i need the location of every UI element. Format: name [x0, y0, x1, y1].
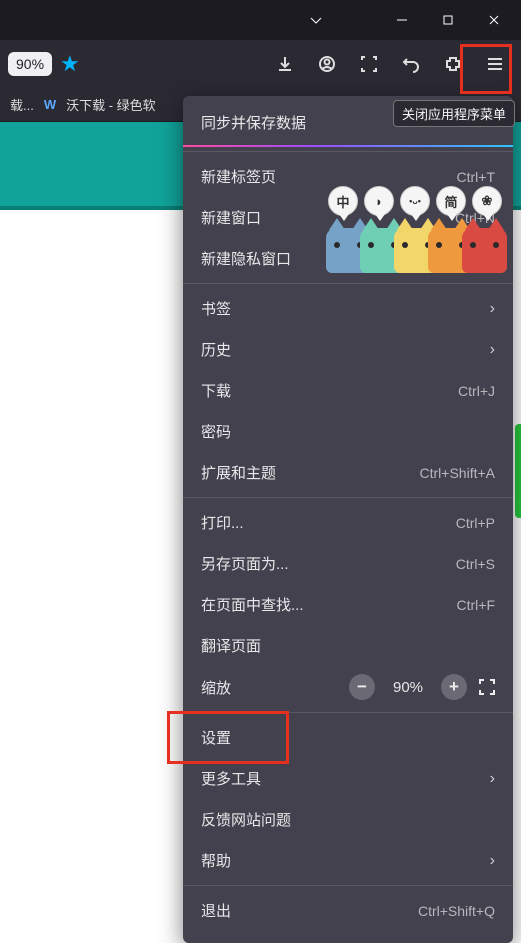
- menu-quit[interactable]: 退出 Ctrl+Shift+Q: [183, 890, 513, 931]
- zoom-out-button[interactable]: −: [349, 674, 375, 700]
- menu-separator: [183, 151, 513, 152]
- menu-translate[interactable]: 翻译页面: [183, 625, 513, 666]
- menu-label: 翻译页面: [201, 635, 261, 656]
- menu-history[interactable]: 历史 ›: [183, 329, 513, 370]
- tab-dropdown-button[interactable]: [293, 4, 339, 36]
- menu-label: 新建标签页: [201, 166, 276, 187]
- download-icon[interactable]: [267, 46, 303, 82]
- application-menu: 同步并保存数据 › 新建标签页 Ctrl+T 新建窗口 Ctrl+N 新建隐私窗…: [183, 96, 513, 943]
- maximize-button[interactable]: [425, 4, 471, 36]
- menu-shortcut: Ctrl+J: [458, 383, 495, 399]
- side-handle[interactable]: [515, 424, 521, 518]
- menu-label: 缩放: [201, 677, 341, 698]
- window-titlebar: [0, 0, 521, 40]
- menu-settings[interactable]: 设置: [183, 717, 513, 758]
- minimize-button[interactable]: [379, 4, 425, 36]
- zoom-in-button[interactable]: +: [441, 674, 467, 700]
- menu-save-as[interactable]: 另存页面为... Ctrl+S: [183, 543, 513, 584]
- menu-zoom: 缩放 − 90% +: [183, 666, 513, 708]
- browser-toolbar: 90% ★: [0, 40, 521, 88]
- menu-new-private-window[interactable]: 新建隐私窗口 Ctrl+Shift+P: [183, 238, 513, 279]
- menu-print[interactable]: 打印... Ctrl+P: [183, 502, 513, 543]
- account-icon[interactable]: [309, 46, 345, 82]
- menu-label: 下载: [201, 380, 231, 401]
- menu-more-tools[interactable]: 更多工具 ›: [183, 758, 513, 799]
- menu-bookmarks[interactable]: 书签 ›: [183, 288, 513, 329]
- menu-separator: [183, 283, 513, 284]
- menu-label: 同步并保存数据: [201, 112, 306, 133]
- menu-shortcut: Ctrl+T: [457, 169, 496, 185]
- menu-label: 设置: [201, 727, 231, 748]
- zoom-level-badge[interactable]: 90%: [8, 52, 52, 76]
- chevron-right-icon: ›: [490, 300, 495, 318]
- zoom-value: 90%: [383, 679, 433, 696]
- menu-find[interactable]: 在页面中查找... Ctrl+F: [183, 584, 513, 625]
- bookmark-item[interactable]: 载...: [10, 95, 34, 114]
- menu-shortcut: Ctrl+P: [456, 515, 495, 531]
- menu-shortcut: Ctrl+N: [455, 210, 495, 226]
- menu-separator: [183, 145, 513, 147]
- fullscreen-icon[interactable]: [475, 675, 499, 699]
- menu-label: 更多工具: [201, 768, 261, 789]
- menu-shortcut: Ctrl+F: [457, 597, 496, 613]
- menu-shortcut: Ctrl+Shift+A: [420, 465, 495, 481]
- menu-shortcut: Ctrl+S: [456, 556, 495, 572]
- chevron-right-icon: ›: [490, 852, 495, 870]
- menu-label: 新建隐私窗口: [201, 248, 291, 269]
- menu-separator: [183, 712, 513, 713]
- menu-label: 新建窗口: [201, 207, 261, 228]
- undo-icon[interactable]: [393, 46, 429, 82]
- menu-new-window[interactable]: 新建窗口 Ctrl+N: [183, 197, 513, 238]
- bookmark-star-icon[interactable]: ★: [60, 51, 80, 77]
- menu-addons[interactable]: 扩展和主题 Ctrl+Shift+A: [183, 452, 513, 493]
- extensions-icon[interactable]: [435, 46, 471, 82]
- menu-label: 退出: [201, 900, 231, 921]
- menu-report-site[interactable]: 反馈网站问题: [183, 799, 513, 840]
- menu-label: 另存页面为...: [201, 553, 289, 574]
- menu-label: 反馈网站问题: [201, 809, 291, 830]
- menu-separator: [183, 497, 513, 498]
- hamburger-menu-button[interactable]: [477, 46, 513, 82]
- menu-label: 历史: [201, 339, 231, 360]
- menu-label: 在页面中查找...: [201, 594, 304, 615]
- menu-downloads[interactable]: 下载 Ctrl+J: [183, 370, 513, 411]
- bookmark-favicon: W: [44, 97, 56, 112]
- menu-label: 帮助: [201, 850, 231, 871]
- menu-passwords[interactable]: 密码: [183, 411, 513, 452]
- tooltip-close-app-menu: 关闭应用程序菜单: [393, 100, 515, 127]
- menu-label: 书签: [201, 298, 231, 319]
- menu-label: 密码: [201, 421, 231, 442]
- close-button[interactable]: [471, 4, 517, 36]
- menu-shortcut: Ctrl+Shift+P: [420, 251, 495, 267]
- chevron-right-icon: ›: [490, 341, 495, 359]
- menu-separator: [183, 885, 513, 886]
- screenshot-icon[interactable]: [351, 46, 387, 82]
- chevron-right-icon: ›: [490, 770, 495, 788]
- menu-new-tab[interactable]: 新建标签页 Ctrl+T: [183, 156, 513, 197]
- menu-label: 扩展和主题: [201, 462, 276, 483]
- bookmark-item[interactable]: 沃下载 - 绿色软: [66, 95, 156, 114]
- menu-help[interactable]: 帮助 ›: [183, 840, 513, 881]
- menu-label: 打印...: [201, 512, 244, 533]
- menu-shortcut: Ctrl+Shift+Q: [418, 903, 495, 919]
